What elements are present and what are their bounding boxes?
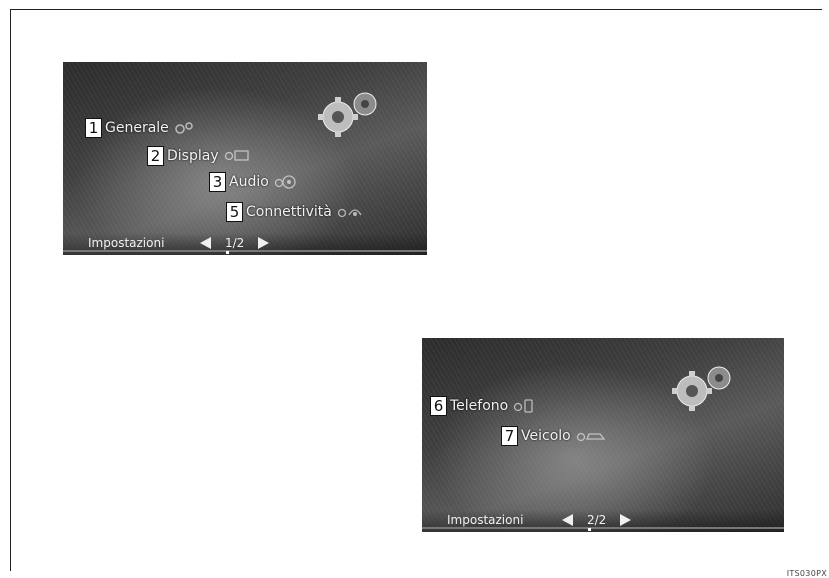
menu-item-veicolo[interactable]: 7 Veicolo <box>501 426 606 446</box>
next-page-arrow-icon[interactable] <box>620 514 632 526</box>
page-number: 2/2 <box>587 513 607 531</box>
menu-item-generale[interactable]: 1 Generale <box>85 118 194 138</box>
page-indicator: 1/2 <box>200 236 270 254</box>
callout-number: 5 <box>226 202 243 222</box>
settings-gears-icon <box>318 92 377 137</box>
settings-gears-icon <box>672 366 731 411</box>
bottom-bar-line <box>63 250 427 252</box>
bottom-bar-line <box>422 527 784 529</box>
gear-cluster-icon <box>175 122 193 134</box>
audio-settings-icon <box>274 175 296 189</box>
image-code: ITS030PX <box>786 569 827 578</box>
menu-item-display[interactable]: 2 Display <box>147 146 250 166</box>
settings-screen-page-1: 1 Generale 2 Display 3 Audio 5 Connettiv… <box>63 62 427 255</box>
menu-item-label: Veicolo <box>521 428 571 444</box>
menu-item-audio[interactable]: 3 Audio <box>209 172 298 192</box>
footer-title: Impostazioni <box>88 236 165 250</box>
frame-left-border <box>10 9 11 571</box>
callout-number: 6 <box>430 396 447 416</box>
page-number: 1/2 <box>225 236 245 254</box>
page-indicator: 2/2 <box>562 513 632 531</box>
callout-number: 3 <box>209 172 226 192</box>
frame-top-border <box>10 9 822 10</box>
menu-item-telefono[interactable]: 6 Telefono <box>430 396 535 416</box>
previous-page-arrow-icon[interactable] <box>562 514 573 526</box>
vehicle-settings-icon <box>576 432 606 442</box>
menu-item-connettivita[interactable]: 5 Connettività <box>226 202 363 222</box>
footer-title: Impostazioni <box>447 513 524 527</box>
callout-number: 7 <box>501 426 518 446</box>
next-page-arrow-icon[interactable] <box>258 237 270 249</box>
callout-number: 2 <box>147 146 164 166</box>
menu-item-label: Audio <box>229 174 269 190</box>
menu-item-label: Telefono <box>450 398 509 414</box>
display-settings-icon <box>224 150 249 161</box>
callout-number: 1 <box>85 118 102 138</box>
phone-settings-icon <box>514 399 533 413</box>
menu-item-label: Generale <box>105 120 169 136</box>
settings-screen-page-2: 6 Telefono 7 Veicolo Impostazioni 2/2 <box>422 338 784 532</box>
connectivity-settings-icon <box>337 208 362 218</box>
menu-item-label: Display <box>167 148 219 164</box>
previous-page-arrow-icon[interactable] <box>200 237 211 249</box>
menu-item-label: Connettività <box>246 204 332 220</box>
